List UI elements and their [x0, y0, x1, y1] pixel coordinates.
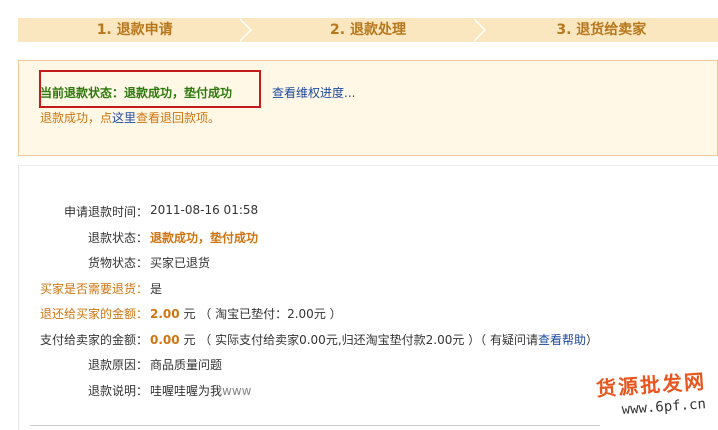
refund-amount-note: （ 淘宝已垫付：2.00元 ） [199, 307, 342, 321]
refund-status-note: 退款成功，点这里查看退回款项。 [40, 109, 220, 126]
detail-row-refund-status: 退款状态： 退款成功，垫付成功 [19, 229, 699, 255]
refund-description-label: 退款说明： [87, 383, 148, 398]
view-dispute-progress-link[interactable]: 查看维权进度... [272, 84, 355, 101]
need-return-value: 是 [150, 281, 163, 296]
detail-row-refund-amount: 退还给买家的金额： 2.00 元 （ 淘宝已垫付：2.00元 ） [19, 305, 699, 331]
status-note-here-link[interactable]: 这里 [112, 111, 136, 125]
detail-row-apply-time: 申请退款时间： 2011-08-16 01:58 [19, 203, 699, 229]
refund-description-value: 哇喔哇喔为我 [150, 383, 223, 398]
bottom-divider [30, 425, 600, 426]
step-refund-apply: 1. 退款申请 [18, 18, 253, 42]
site-watermark: 货源批发网 www.6pf.cn [595, 369, 706, 418]
step-return-to-seller: 3. 退货给卖家 [556, 22, 647, 38]
refund-amount-unit: 元 [183, 307, 196, 321]
refund-status-label: 退款状态： [87, 230, 148, 245]
seller-amount-note: （ 实际支付给卖家0.00元,归还淘宝垫付款2.00元 ）（ 有疑问请 [199, 332, 538, 347]
apply-time-value: 2011-08-16 01:58 [150, 203, 259, 217]
refund-reason-value: 商品质量问题 [150, 358, 223, 372]
seller-amount-note-end: ） [586, 332, 599, 347]
seller-amount-value: 0.00 [150, 332, 180, 347]
seller-amount-unit: 元 [183, 332, 196, 347]
detail-row-seller-amount: 支付给卖家的金额： 0.00 元 （ 实际支付给卖家0.00元,归还淘宝垫付款2… [19, 331, 699, 357]
detail-row-goods-status: 货物状态： 买家已退货 [19, 254, 699, 280]
refund-status-box: 当前退款状态：退款成功，垫付成功 查看维权进度... 退款成功，点这里查看退回款… [18, 60, 718, 156]
refund-amount-value: 2.00 [150, 307, 180, 321]
refund-description-latin: www [222, 383, 252, 398]
step-refund-process: 2. 退款处理 [251, 18, 486, 42]
goods-status-label: 货物状态： [87, 256, 148, 270]
refund-reason-label: 退款原因： [87, 358, 148, 372]
refund-amount-label: 退还给买家的金额： [39, 307, 148, 321]
apply-time-label: 申请退款时间： [63, 205, 148, 219]
refund-steps-bar: 1. 退款申请 2. 退款处理 3. 退货给卖家 [18, 18, 718, 42]
seller-amount-label: 支付给卖家的金额： [39, 332, 148, 347]
need-return-label: 买家是否需要退货： [39, 281, 148, 296]
goods-status-value: 买家已退货 [150, 256, 211, 270]
refund-status-value: 退款成功，垫付成功 [150, 230, 259, 245]
detail-row-need-return: 买家是否需要退货： 是 [19, 280, 699, 306]
status-note-prefix: 退款成功，点 [40, 111, 113, 125]
view-help-link[interactable]: 查看帮助 [538, 333, 586, 347]
status-note-suffix: 查看退回款项。 [136, 111, 221, 125]
current-refund-status: 当前退款状态：退款成功，垫付成功 [40, 86, 233, 100]
